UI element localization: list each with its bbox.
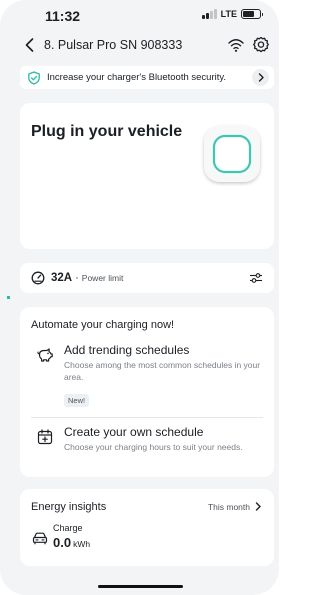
bluetooth-security-banner[interactable]: Increase your charger's Bluetooth securi… bbox=[20, 66, 274, 89]
wifi-icon[interactable] bbox=[227, 37, 245, 53]
banner-text: Increase your charger's Bluetooth securi… bbox=[47, 72, 227, 83]
calendar-plus-icon bbox=[37, 429, 53, 445]
new-badge: New! bbox=[64, 394, 90, 407]
battery-icon bbox=[241, 9, 263, 19]
plug-in-card: Plug in your vehicle bbox=[20, 103, 274, 249]
phone-screen: 11:32 LTE 8. Pulsar Pro SN 908333 Increa… bbox=[0, 0, 279, 595]
charge-unit: kWh bbox=[73, 539, 91, 549]
gauge-icon bbox=[31, 271, 45, 285]
signal-icon bbox=[202, 9, 217, 19]
charger-icon bbox=[204, 126, 260, 182]
car-icon bbox=[32, 532, 48, 545]
energy-insights-card[interactable]: Energy insights This month Charge 0.0 kWh bbox=[20, 489, 274, 566]
trending-schedules-title: Add trending schedules bbox=[64, 343, 190, 357]
own-schedule-title: Create your own schedule bbox=[64, 425, 204, 439]
plug-in-title: Plug in your vehicle bbox=[31, 123, 183, 140]
back-chevron-icon[interactable] bbox=[22, 36, 38, 54]
chevron-right-icon bbox=[258, 73, 264, 82]
header: 8. Pulsar Pro SN 908333 bbox=[0, 33, 279, 59]
period-selector[interactable]: This month bbox=[208, 502, 250, 512]
shield-check-icon bbox=[28, 70, 40, 85]
charge-label: Charge bbox=[53, 523, 83, 533]
status-time: 11:32 bbox=[45, 8, 81, 24]
network-type: LTE bbox=[220, 9, 237, 19]
power-amps: 32A bbox=[51, 272, 73, 284]
home-indicator[interactable] bbox=[98, 585, 183, 588]
sliders-icon[interactable] bbox=[249, 271, 263, 285]
chevron-right-icon bbox=[255, 502, 261, 511]
power-limit-row[interactable]: 32A · Power limit bbox=[20, 263, 274, 293]
charge-number: 0.0 bbox=[53, 535, 72, 550]
automate-title: Automate your charging now! bbox=[31, 319, 175, 331]
status-indicators: LTE bbox=[202, 9, 263, 19]
banner-chevron-button[interactable] bbox=[252, 69, 269, 86]
status-bar: 11:32 LTE bbox=[0, 0, 279, 30]
automate-charging-card: Automate your charging now! Add trending… bbox=[20, 307, 274, 477]
separator-dot: · bbox=[75, 272, 79, 284]
energy-title: Energy insights bbox=[31, 501, 107, 513]
accent-marker bbox=[7, 296, 10, 299]
own-schedule-desc: Choose your charging hours to suit your … bbox=[64, 442, 243, 452]
power-limit-label: Power limit bbox=[81, 273, 124, 283]
trending-schedules-desc: Choose among the most common schedules i… bbox=[64, 360, 261, 382]
divider bbox=[31, 417, 263, 418]
gear-icon[interactable] bbox=[252, 36, 270, 54]
page-title: 8. Pulsar Pro SN 908333 bbox=[44, 38, 183, 52]
piggy-bank-icon bbox=[37, 348, 53, 362]
charge-value: 0.0 kWh bbox=[53, 535, 90, 550]
